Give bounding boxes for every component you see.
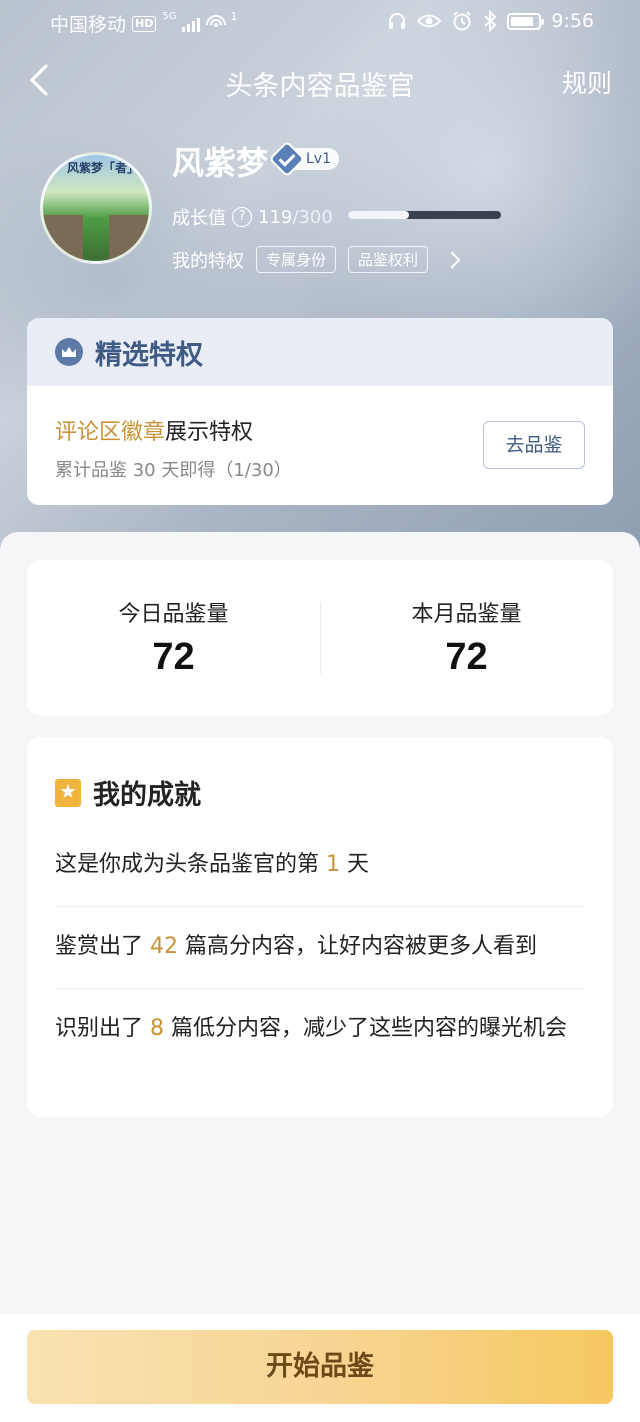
achievement-days-pre: 这是你成为头条品鉴官的第 (55, 852, 326, 877)
chip-review-rights[interactable]: 品鉴权利 (348, 246, 429, 273)
rules-link[interactable]: 规则 (562, 64, 612, 100)
achievement-days: 这是你成为头条品鉴官的第 1 天 (55, 847, 585, 883)
achievements-card: 我的成就 这是你成为头条品鉴官的第 1 天 鉴赏出了 42 篇高分内容，让好内容… (27, 737, 613, 1117)
status-bar: 中国移动 HD 5G 1 9:56 (0, 0, 640, 44)
achievement-low-post: 篇低分内容，减少了这些内容的曝光机会 (164, 1016, 567, 1041)
achievement-low-num: 8 (150, 1016, 164, 1041)
carrier-name: 中国移动 (50, 14, 127, 36)
privilege-rest: 展示特权 (165, 420, 254, 445)
network-type: 5G (162, 11, 177, 22)
achievement-high-post: 篇高分内容，让好内容被更多人看到 (178, 934, 537, 959)
help-icon[interactable]: ? (232, 207, 252, 227)
avatar-caption: 风紫梦「者」 (67, 161, 140, 175)
divider (55, 988, 585, 989)
growth-progress-bar (348, 211, 501, 219)
achievement-low-score: 识别出了 8 篇低分内容，减少了这些内容的曝光机会 (55, 1011, 585, 1047)
privilege-card-title: 精选特权 (95, 339, 203, 371)
battery-icon (507, 12, 545, 30)
achievement-high-score: 鉴赏出了 42 篇高分内容，让好内容被更多人看到 (55, 929, 585, 965)
achievement-days-num: 1 (326, 852, 340, 877)
avatar[interactable]: 风紫梦「者」 (40, 152, 152, 264)
privilege-card-header: 精选特权 (27, 318, 613, 386)
go-review-button[interactable]: 去品鉴 (483, 421, 585, 469)
growth-total: /300 (292, 206, 333, 228)
achievement-days-post: 天 (340, 852, 369, 877)
user-name: 风紫梦 (172, 144, 269, 182)
level-badge: Lv1 (268, 140, 339, 178)
achievement-high-num: 42 (150, 934, 178, 959)
privilege-highlight: 评论区徽章 (55, 420, 166, 445)
signal-icon (182, 16, 201, 32)
wifi-superscript: 1 (230, 10, 238, 23)
stat-month-label: 本月品鉴量 (411, 602, 522, 627)
divider (55, 906, 585, 907)
start-review-button[interactable]: 开始品鉴 (27, 1330, 613, 1404)
page-title: 头条内容品鉴官 (225, 71, 415, 102)
privilege-subtitle: 累计品鉴 30 天即得（1/30） (55, 460, 292, 481)
growth-label: 成长值 (172, 208, 226, 229)
chip-exclusive-identity[interactable]: 专属身份 (256, 246, 337, 273)
stat-month: 本月品鉴量 72 (320, 596, 613, 679)
chevron-right-icon[interactable] (443, 251, 461, 268)
growth-row: 成长值 ? 119/300 (172, 204, 333, 230)
avatar-cliff-right (109, 215, 149, 261)
achievement-high-pre: 鉴赏出了 (55, 934, 150, 959)
wifi-icon (206, 14, 227, 27)
crown-icon (55, 338, 83, 366)
clock: 9:56 (551, 10, 594, 32)
alarm-icon (453, 11, 472, 31)
status-left: 中国移动 HD 5G 1 (50, 10, 237, 37)
privileges-row[interactable]: 我的特权 专属身份 品鉴权利 (172, 246, 461, 273)
privileges-label: 我的特权 (172, 250, 244, 272)
status-right: 9:56 (387, 10, 594, 32)
avatar-cliff-left (43, 215, 83, 261)
growth-progress-fill (348, 211, 409, 219)
growth-value: 119 (258, 206, 293, 228)
star-icon (55, 778, 81, 807)
achievements-header: 我的成就 (55, 773, 201, 812)
nav-bar: 头条内容品鉴官 规则 (0, 52, 640, 108)
eye-icon (417, 14, 442, 28)
achievement-low-pre: 识别出了 (55, 1016, 150, 1041)
stat-month-value: 72 (445, 636, 488, 678)
stat-today: 今日品鉴量 72 (27, 596, 320, 679)
bottom-bar: 开始品鉴 (0, 1314, 640, 1422)
privilege-card: 精选特权 评论区徽章展示特权 累计品鉴 30 天即得（1/30） 去品鉴 (27, 318, 613, 505)
headphones-icon (389, 13, 406, 29)
stat-today-value: 72 (152, 636, 195, 678)
hd-icon: HD (132, 15, 157, 32)
bluetooth-icon (484, 10, 497, 32)
achievements-title: 我的成就 (93, 780, 201, 811)
verified-check-icon (268, 140, 306, 178)
privilege-name: 评论区徽章展示特权 (55, 414, 253, 446)
stat-today-label: 今日品鉴量 (118, 602, 229, 627)
stats-card: 今日品鉴量 72 本月品鉴量 72 (27, 560, 613, 716)
